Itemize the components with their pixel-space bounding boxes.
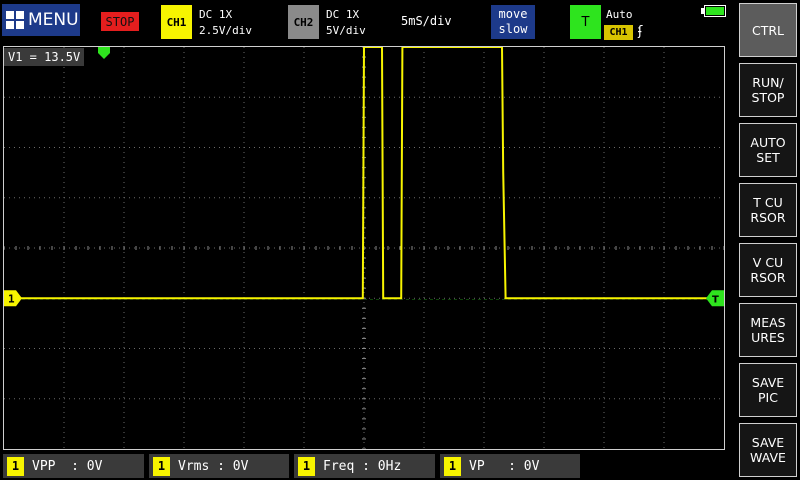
trigger-source: CH1 [604,25,633,40]
menu-button[interactable]: MENU [2,4,80,36]
trigger-marker-label: T [712,294,719,305]
ch1-scale: 2.5V/div [199,24,252,37]
auto-set-button[interactable]: AUTO SET [739,123,797,177]
measurement-freq[interactable]: 1 Freq : 0Hz [294,454,435,478]
voltage-cursor-readout: V1 = 13.5V [4,48,85,66]
move-speed-button[interactable]: move slow [491,5,535,39]
run-state-badge[interactable]: STOP [101,12,139,31]
run-stop-button[interactable]: RUN/ STOP [739,63,797,117]
measurement-vpp[interactable]: 1 VPP : 0V [3,454,144,478]
measures-button[interactable]: MEAS URES [739,303,797,357]
ch1-coupling: DC 1X [199,8,233,21]
measurement-channel: 1 [7,456,24,476]
measurement-text: Vrms : 0V [178,458,249,474]
waveform-screen[interactable]: 1T [3,46,725,450]
save-wave-button[interactable]: SAVE WAVE [739,423,797,477]
voltage-cursor-button[interactable]: V CU RSOR [739,243,797,297]
measurement-vp[interactable]: 1 VP : 0V [440,454,580,478]
control-sidebar: CTRL RUN/ STOP AUTO SET T CU RSOR V CU R… [736,0,800,480]
ch2-tag[interactable]: CH2 [288,5,319,39]
top-status-bar: MENU STOP CH1 DC 1X 2.5V/div CH2 DC 1X 5… [0,0,735,44]
ch1-info: DC 1X 2.5V/div [199,7,252,39]
ch1-tag[interactable]: CH1 [161,5,192,39]
speed-label: slow [498,22,528,36]
grid-icon [6,11,24,29]
time-cursor-button[interactable]: T CU RSOR [739,183,797,237]
ctrl-button[interactable]: CTRL [739,3,797,57]
measurement-channel: 1 [153,456,170,476]
rising-edge-icon: ʄ [638,24,643,39]
ch1-waveform [4,47,724,300]
trigger-mode: Auto [606,8,633,21]
menu-label: MENU [28,10,79,30]
trigger-tag[interactable]: T [570,5,601,39]
move-label: move [498,7,528,21]
measurement-bar: 1 VPP : 0V 1 Vrms : 0V 1 Freq : 0Hz 1 VP… [0,452,735,480]
ch1-marker-label: 1 [8,292,15,305]
measurement-text: Freq : 0Hz [323,458,402,474]
trigger-position-marker [98,47,110,59]
measurement-channel: 1 [298,456,315,476]
measurement-vrms[interactable]: 1 Vrms : 0V [149,454,289,478]
timebase-label[interactable]: 5mS/div [401,14,452,28]
ch2-scale: 5V/div [326,24,366,37]
ch2-coupling: DC 1X [326,8,360,21]
measurement-channel: 1 [444,456,461,476]
ch2-info: DC 1X 5V/div [326,7,366,39]
waveform-plot: 1T [4,47,724,449]
battery-icon [701,5,726,17]
save-picture-button[interactable]: SAVE PIC [739,363,797,417]
measurement-text: VPP : 0V [32,458,103,474]
measurement-text: VP : 0V [469,458,540,474]
